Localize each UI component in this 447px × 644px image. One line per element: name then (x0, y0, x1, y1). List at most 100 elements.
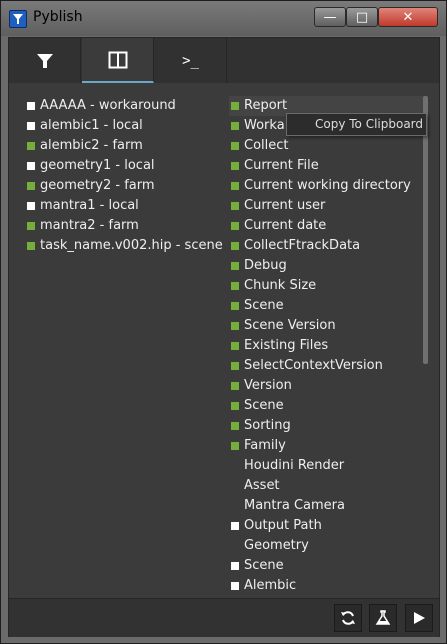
checkbox-icon[interactable] (231, 242, 239, 250)
checkbox-icon[interactable] (27, 102, 35, 110)
list-item-label: Sorting (244, 418, 291, 433)
list-item[interactable]: Geometry (229, 536, 419, 556)
minimize-button[interactable]: — (314, 7, 346, 27)
instance-list: AAAAA - workaround alembic1 - local alembi… (25, 96, 223, 256)
list-item[interactable]: Chunk Size (229, 276, 419, 296)
list-item[interactable]: Alembic (229, 576, 419, 596)
list-item[interactable]: Mantra Camera (229, 496, 419, 516)
list-item[interactable]: Current working directory (229, 176, 419, 196)
checkbox-icon[interactable] (231, 262, 239, 270)
list-item[interactable]: Collect (229, 136, 419, 156)
list-item[interactable]: CollectFtrackData (229, 236, 419, 256)
list-item[interactable]: SelectContextVersion (229, 356, 419, 376)
checkbox-icon[interactable] (27, 242, 35, 250)
checkbox-icon[interactable] (27, 142, 35, 150)
checkbox-icon[interactable] (231, 122, 239, 130)
checkbox-icon[interactable] (231, 322, 239, 330)
list-item-label: geometry1 - local (40, 158, 155, 173)
checkbox-icon[interactable] (231, 562, 239, 570)
maximize-button[interactable]: □ (346, 7, 378, 27)
list-item-label: task_name.v002.hip - scene (40, 238, 223, 253)
footer-bar (9, 598, 439, 637)
filter-icon (9, 38, 80, 83)
list-item[interactable]: task_name.v002.hip - scene (25, 236, 223, 256)
tab-terminal[interactable]: >_ (155, 38, 227, 83)
plugin-list-scrollbar[interactable] (423, 96, 428, 364)
checkbox-icon[interactable] (231, 162, 239, 170)
tab-filter[interactable] (9, 38, 81, 83)
list-item[interactable]: Asset (229, 476, 419, 496)
list-item[interactable]: Family (229, 436, 419, 456)
plugin-list: Report Worka Collect Current File Current wo… (229, 96, 425, 596)
checkbox-icon[interactable] (27, 182, 35, 190)
list-item-label: Geometry (244, 538, 309, 553)
columns-icon (82, 38, 153, 81)
refresh-button[interactable] (334, 604, 362, 632)
list-item[interactable]: Current user (229, 196, 419, 216)
list-item-label: AAAAA - workaround (40, 98, 176, 113)
list-item-label: Output Path (244, 518, 322, 533)
checkbox-icon[interactable] (231, 582, 239, 590)
terminal-icon: >_ (155, 38, 226, 83)
maximize-icon: □ (355, 10, 369, 25)
list-item[interactable]: geometry1 - local (25, 156, 215, 176)
list-item[interactable]: Scene Version (229, 316, 419, 336)
list-item[interactable]: Current File (229, 156, 419, 176)
list-item[interactable]: Debug (229, 256, 419, 276)
list-item[interactable]: Version (229, 376, 419, 396)
list-item[interactable]: Sorting (229, 416, 419, 436)
checkbox-icon[interactable] (231, 522, 239, 530)
list-item[interactable]: Scene (229, 556, 419, 576)
list-item-label: mantra1 - local (40, 198, 139, 213)
checkbox-icon[interactable] (231, 342, 239, 350)
list-item[interactable]: Houdini Render (229, 456, 419, 476)
list-item[interactable]: mantra2 - farm (25, 216, 215, 236)
checkbox-icon[interactable] (231, 142, 239, 150)
close-icon: ✕ (402, 10, 414, 25)
checkbox-icon[interactable] (231, 222, 239, 230)
close-button[interactable]: ✕ (378, 7, 438, 27)
validate-button[interactable] (369, 604, 397, 632)
list-item-label: Family (244, 438, 286, 453)
list-item-label: mantra2 - farm (40, 218, 139, 233)
list-item[interactable]: geometry2 - farm (25, 176, 215, 196)
list-item[interactable]: Output Path (229, 516, 419, 536)
list-item-label: geometry2 - farm (40, 178, 155, 193)
list-item-label: Existing Files (244, 338, 329, 353)
checkbox-icon[interactable] (231, 182, 239, 190)
checkbox-icon[interactable] (231, 362, 239, 370)
checkbox-icon[interactable] (231, 282, 239, 290)
checkbox-icon[interactable] (231, 422, 239, 430)
tab-columns[interactable] (82, 38, 154, 83)
checkbox-icon[interactable] (27, 222, 35, 230)
list-item[interactable]: mantra1 - local (25, 196, 215, 216)
checkbox-icon[interactable] (27, 202, 35, 210)
checkbox-icon[interactable] (231, 102, 239, 110)
checkbox-icon[interactable] (231, 382, 239, 390)
context-menu-copy-to-clipboard[interactable]: Copy To Clipboard (286, 113, 427, 136)
list-item[interactable]: Scene (229, 296, 419, 316)
list-item[interactable]: alembic1 - local (25, 116, 215, 136)
list-item[interactable]: Current date (229, 216, 419, 236)
list-item[interactable]: AAAAA - workaround (25, 96, 215, 116)
window-title: Pyblish (33, 9, 83, 25)
list-item-label: Debug (244, 258, 287, 273)
list-item-label: Current date (244, 218, 327, 233)
flask-icon (375, 610, 391, 625)
list-item-label: Chunk Size (244, 278, 317, 293)
publish-button[interactable] (405, 604, 433, 632)
checkbox-icon[interactable] (27, 122, 35, 130)
checkbox-icon[interactable] (231, 302, 239, 310)
title-bar[interactable]: Pyblish — □ ✕ (1, 1, 446, 36)
list-item-label: Scene (244, 398, 284, 413)
list-item[interactable]: Existing Files (229, 336, 419, 356)
list-item[interactable]: Scene (229, 396, 419, 416)
checkbox-icon[interactable] (231, 402, 239, 410)
list-item-label: Scene Version (244, 318, 336, 333)
list-item-label: Mantra Camera (244, 498, 345, 513)
checkbox-icon[interactable] (27, 162, 35, 170)
list-item[interactable]: alembic2 - farm (25, 136, 215, 156)
list-item-label: Current user (244, 198, 326, 213)
checkbox-icon[interactable] (231, 442, 239, 450)
checkbox-icon[interactable] (231, 202, 239, 210)
